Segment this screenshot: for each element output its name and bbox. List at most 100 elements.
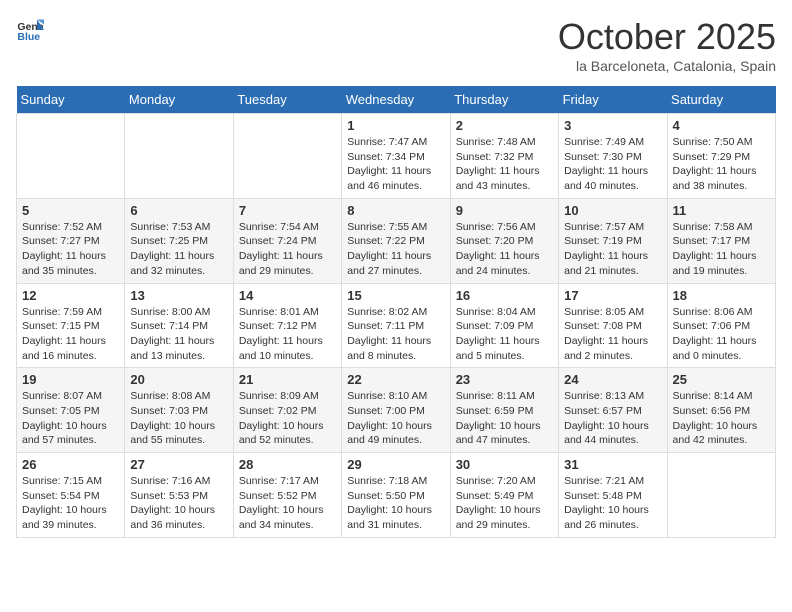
day-number: 26 (22, 457, 119, 472)
day-cell: 13Sunrise: 8:00 AM Sunset: 7:14 PM Dayli… (125, 283, 233, 368)
day-number: 22 (347, 372, 444, 387)
day-number: 8 (347, 203, 444, 218)
day-cell: 16 Sunrise: 8:04 AM Sunset: 7:09 PM Dayli… (450, 283, 558, 368)
day-info: Sunrise: 7:52 AM Sunset: 7:27 PM Dayligh… (22, 220, 119, 279)
day-number: 16 (456, 288, 553, 303)
header-wednesday: Wednesday (342, 86, 450, 114)
days-header-row: Sunday Monday Tuesday Wednesday Thursday… (17, 86, 776, 114)
day-cell: 15Sunrise: 8:02 AM Sunset: 7:11 PM Dayli… (342, 283, 450, 368)
header-thursday: Thursday (450, 86, 558, 114)
day-info: Sunrise: 7:48 AM Sunset: 7:32 PM Dayligh… (456, 135, 553, 194)
day-info: Sunrise: 8:04 AM Sunset: 7:09 PM Dayligh… (456, 305, 553, 364)
day-cell (125, 114, 233, 199)
day-number: 23 (456, 372, 553, 387)
day-info: Sunrise: 8:01 AM Sunset: 7:12 PM Dayligh… (239, 305, 336, 364)
week-row-5: 26 Sunrise: 7:15 AM Sunset: 5:54 PM Dayli… (17, 453, 776, 538)
header-tuesday: Tuesday (233, 86, 341, 114)
day-cell (17, 114, 125, 199)
day-cell: 5 Sunrise: 7:52 AM Sunset: 7:27 PM Daylig… (17, 198, 125, 283)
day-info: Sunrise: 8:07 AM Sunset: 7:05 PM Dayligh… (22, 389, 119, 448)
header-sunday: Sunday (17, 86, 125, 114)
day-info: Sunrise: 7:54 AM Sunset: 7:24 PM Dayligh… (239, 220, 336, 279)
day-info: Sunrise: 7:55 AM Sunset: 7:22 PM Dayligh… (347, 220, 444, 279)
day-info: Sunrise: 7:50 AM Sunset: 7:29 PM Dayligh… (673, 135, 770, 194)
day-info: Sunrise: 7:57 AM Sunset: 7:19 PM Dayligh… (564, 220, 661, 279)
day-number: 20 (130, 372, 227, 387)
day-number: 3 (564, 118, 661, 133)
day-number: 6 (130, 203, 227, 218)
week-row-3: 12 Sunrise: 7:59 AM Sunset: 7:15 PM Dayli… (17, 283, 776, 368)
day-cell: 20 Sunrise: 8:08 AM Sunset: 7:03 PM Dayli… (125, 368, 233, 453)
day-number: 21 (239, 372, 336, 387)
header-saturday: Saturday (667, 86, 775, 114)
day-info: Sunrise: 8:00 AM Sunset: 7:14 PM Dayligh… (130, 305, 227, 364)
day-info: Sunrise: 8:14 AM Sunset: 6:56 PM Dayligh… (673, 389, 770, 448)
day-cell: 11Sunrise: 7:58 AM Sunset: 7:17 PM Dayli… (667, 198, 775, 283)
day-number: 12 (22, 288, 119, 303)
day-cell: 22 Sunrise: 8:10 AM Sunset: 7:00 PM Dayli… (342, 368, 450, 453)
day-number: 24 (564, 372, 661, 387)
logo-icon: General Blue (16, 16, 44, 44)
day-number: 5 (22, 203, 119, 218)
day-cell: 24 Sunrise: 8:13 AM Sunset: 6:57 PM Dayli… (559, 368, 667, 453)
header-monday: Monday (125, 86, 233, 114)
page-header: General Blue October 2025 la Barceloneta… (16, 16, 776, 74)
day-cell: 4 Sunrise: 7:50 AM Sunset: 7:29 PM Daylig… (667, 114, 775, 199)
day-cell: 8 Sunrise: 7:55 AM Sunset: 7:22 PM Daylig… (342, 198, 450, 283)
day-cell: 1Sunrise: 7:47 AM Sunset: 7:34 PM Daylig… (342, 114, 450, 199)
day-cell: 31 Sunrise: 7:21 AM Sunset: 5:48 PM Dayli… (559, 453, 667, 538)
day-cell: 3 Sunrise: 7:49 AM Sunset: 7:30 PM Daylig… (559, 114, 667, 199)
day-info: Sunrise: 8:05 AM Sunset: 7:08 PM Dayligh… (564, 305, 661, 364)
day-info: Sunrise: 8:08 AM Sunset: 7:03 PM Dayligh… (130, 389, 227, 448)
day-number: 31 (564, 457, 661, 472)
day-info: Sunrise: 8:06 AM Sunset: 7:06 PM Dayligh… (673, 305, 770, 364)
day-info: Sunrise: 7:15 AM Sunset: 5:54 PM Dayligh… (22, 474, 119, 533)
day-cell: 29 Sunrise: 7:18 AM Sunset: 5:50 PM Dayli… (342, 453, 450, 538)
day-cell: 28Sunrise: 7:17 AM Sunset: 5:52 PM Dayli… (233, 453, 341, 538)
day-cell: 12 Sunrise: 7:59 AM Sunset: 7:15 PM Dayli… (17, 283, 125, 368)
week-row-4: 19 Sunrise: 8:07 AM Sunset: 7:05 PM Dayli… (17, 368, 776, 453)
day-number: 17 (564, 288, 661, 303)
day-info: Sunrise: 8:11 AM Sunset: 6:59 PM Dayligh… (456, 389, 553, 448)
day-info: Sunrise: 7:56 AM Sunset: 7:20 PM Dayligh… (456, 220, 553, 279)
day-info: Sunrise: 7:59 AM Sunset: 7:15 PM Dayligh… (22, 305, 119, 364)
day-info: Sunrise: 8:13 AM Sunset: 6:57 PM Dayligh… (564, 389, 661, 448)
day-cell: 26 Sunrise: 7:15 AM Sunset: 5:54 PM Dayli… (17, 453, 125, 538)
day-number: 18 (673, 288, 770, 303)
day-number: 29 (347, 457, 444, 472)
day-number: 19 (22, 372, 119, 387)
day-info: Sunrise: 8:02 AM Sunset: 7:11 PM Dayligh… (347, 305, 444, 364)
day-cell: 18 Sunrise: 8:06 AM Sunset: 7:06 PM Dayli… (667, 283, 775, 368)
day-number: 2 (456, 118, 553, 133)
week-row-1: 1Sunrise: 7:47 AM Sunset: 7:34 PM Daylig… (17, 114, 776, 199)
day-number: 1 (347, 118, 444, 133)
day-cell: 6Sunrise: 7:53 AM Sunset: 7:25 PM Daylig… (125, 198, 233, 283)
week-row-2: 5 Sunrise: 7:52 AM Sunset: 7:27 PM Daylig… (17, 198, 776, 283)
day-cell: 25 Sunrise: 8:14 AM Sunset: 6:56 PM Dayli… (667, 368, 775, 453)
day-cell: 30 Sunrise: 7:20 AM Sunset: 5:49 PM Dayli… (450, 453, 558, 538)
day-number: 11 (673, 203, 770, 218)
day-number: 4 (673, 118, 770, 133)
day-info: Sunrise: 8:10 AM Sunset: 7:00 PM Dayligh… (347, 389, 444, 448)
day-cell: 14Sunrise: 8:01 AM Sunset: 7:12 PM Dayli… (233, 283, 341, 368)
day-info: Sunrise: 7:18 AM Sunset: 5:50 PM Dayligh… (347, 474, 444, 533)
day-info: Sunrise: 7:49 AM Sunset: 7:30 PM Dayligh… (564, 135, 661, 194)
day-number: 10 (564, 203, 661, 218)
day-cell (233, 114, 341, 199)
day-cell: 23 Sunrise: 8:11 AM Sunset: 6:59 PM Dayli… (450, 368, 558, 453)
day-info: Sunrise: 7:16 AM Sunset: 5:53 PM Dayligh… (130, 474, 227, 533)
day-number: 27 (130, 457, 227, 472)
day-number: 25 (673, 372, 770, 387)
day-info: Sunrise: 7:21 AM Sunset: 5:48 PM Dayligh… (564, 474, 661, 533)
title-block: October 2025 la Barceloneta, Catalonia, … (558, 16, 776, 74)
day-cell (667, 453, 775, 538)
day-info: Sunrise: 7:17 AM Sunset: 5:52 PM Dayligh… (239, 474, 336, 533)
svg-text:Blue: Blue (17, 31, 40, 43)
location-subtitle: la Barceloneta, Catalonia, Spain (558, 58, 776, 74)
day-cell: 27 Sunrise: 7:16 AM Sunset: 5:53 PM Dayli… (125, 453, 233, 538)
day-number: 30 (456, 457, 553, 472)
month-title: October 2025 (558, 16, 776, 58)
day-cell: 17 Sunrise: 8:05 AM Sunset: 7:08 PM Dayli… (559, 283, 667, 368)
day-info: Sunrise: 7:20 AM Sunset: 5:49 PM Dayligh… (456, 474, 553, 533)
day-cell: 2 Sunrise: 7:48 AM Sunset: 7:32 PM Daylig… (450, 114, 558, 199)
